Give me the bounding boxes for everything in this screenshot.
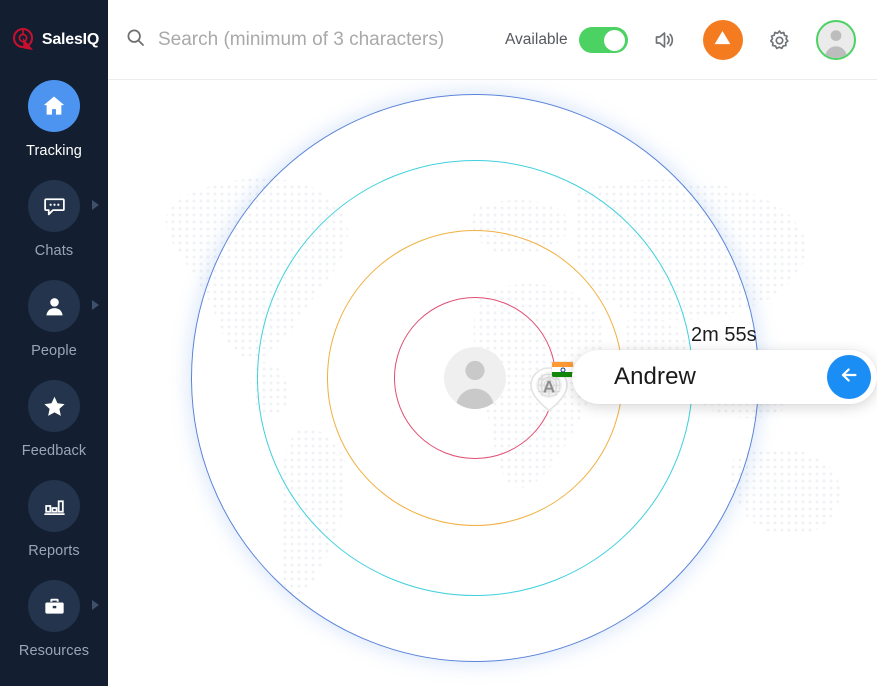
visitor-name: Andrew <box>614 363 696 390</box>
sidebar: SalesIQ Tracking Chats People Feedback R… <box>0 0 108 686</box>
visitor-name-card[interactable]: Andrew <box>572 350 877 404</box>
open-visitor-button[interactable] <box>827 355 871 399</box>
header-actions: Available <box>505 20 856 60</box>
sidebar-item-label: People <box>31 343 77 359</box>
india-flag-icon <box>552 362 573 377</box>
avatar[interactable] <box>815 20 856 60</box>
sidebar-item-label: Tracking <box>26 143 82 159</box>
briefcase-icon <box>28 580 80 632</box>
warning-triangle-icon <box>712 27 733 53</box>
salesiq-app: SalesIQ Tracking Chats People Feedback R… <box>0 0 877 686</box>
radar-center-avatar <box>444 347 506 409</box>
search-bar[interactable] <box>125 27 505 53</box>
availability-control[interactable]: Available <box>505 27 628 53</box>
sidebar-item-chats[interactable]: Chats <box>0 180 108 280</box>
speaker-volume-icon[interactable] <box>652 27 679 53</box>
star-icon <box>28 380 80 432</box>
chevron-right-icon[interactable] <box>92 600 99 610</box>
sidebar-item-label: Chats <box>34 243 74 259</box>
availability-toggle[interactable] <box>578 27 628 53</box>
sidebar-item-people[interactable]: People <box>0 280 108 380</box>
brand-logo[interactable]: SalesIQ <box>0 0 108 80</box>
sidebar-item-label: Resources <box>18 643 90 659</box>
sidebar-item-feedback[interactable]: Feedback <box>0 380 108 480</box>
user-avatar-icon <box>824 30 847 58</box>
visitor-pin-marker[interactable]: A <box>528 362 573 413</box>
visitor-avatar-placeholder-icon <box>455 360 495 409</box>
home-icon <box>28 80 80 132</box>
search-icon <box>125 27 146 53</box>
visitor-duration-label: 2m 55s <box>691 324 757 346</box>
sidebar-item-resources[interactable]: Resources <box>0 580 108 680</box>
top-header: Available <box>108 0 877 80</box>
gear-icon[interactable] <box>767 28 792 53</box>
chevron-right-icon[interactable] <box>92 300 99 310</box>
chevron-right-icon[interactable] <box>92 200 99 210</box>
sidebar-item-tracking[interactable]: Tracking <box>0 80 108 180</box>
search-input[interactable] <box>158 29 498 51</box>
svg-text:A: A <box>543 378 555 397</box>
bar-chart-icon <box>28 480 80 532</box>
alert-notification-button[interactable] <box>702 20 743 60</box>
arrow-left-icon <box>838 364 860 391</box>
availability-label: Available <box>505 31 568 48</box>
main-content: Available <box>108 0 877 686</box>
sidebar-item-label: Reports <box>28 543 80 559</box>
brand-name: SalesIQ <box>41 31 100 48</box>
salesiq-radar-logo-icon <box>11 27 37 53</box>
chat-bubble-icon <box>28 180 80 232</box>
sidebar-item-reports[interactable]: Reports <box>0 480 108 580</box>
sidebar-item-label: Feedback <box>21 443 87 459</box>
toggle-knob <box>604 29 626 51</box>
person-icon <box>28 280 80 332</box>
tracking-radar: A 2m 55s Andrew <box>108 80 877 686</box>
